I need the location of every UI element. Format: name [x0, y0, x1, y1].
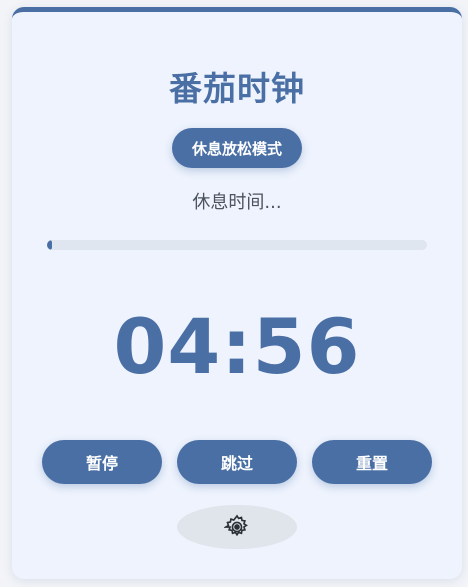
- mode-badge: 休息放松模式: [172, 128, 302, 168]
- status-text: 休息时间...: [192, 192, 282, 213]
- progress-fill: [47, 240, 52, 250]
- skip-button[interactable]: 跳过: [177, 440, 297, 484]
- gear-icon: [224, 514, 248, 537]
- pomodoro-card: 番茄时钟 休息放松模式 休息时间... 04:56 暂停 跳过 重置: [12, 7, 462, 579]
- app-title: 番茄时钟: [169, 69, 305, 108]
- progress-bar: [47, 240, 427, 250]
- reset-button[interactable]: 重置: [312, 440, 432, 484]
- settings-button[interactable]: [177, 505, 297, 549]
- pause-button[interactable]: 暂停: [42, 440, 162, 484]
- timer-display: 04:56: [113, 302, 361, 391]
